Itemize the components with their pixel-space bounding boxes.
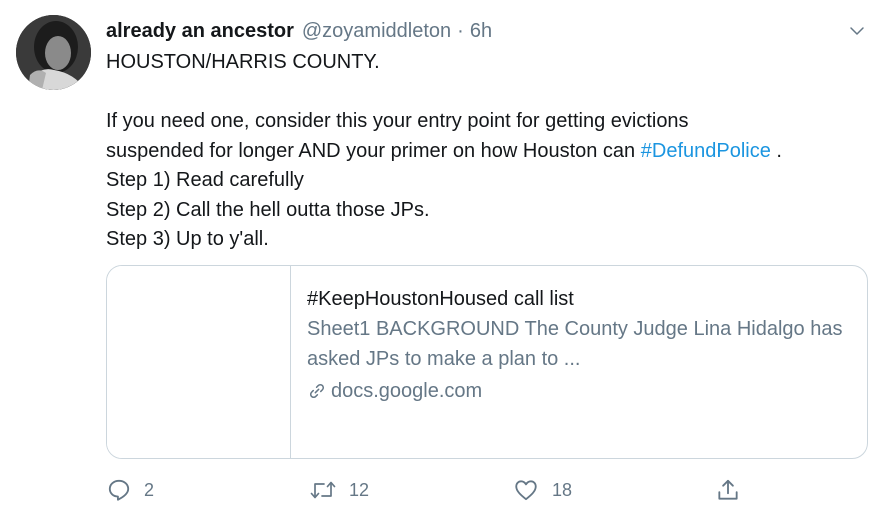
like-count: 18: [552, 479, 573, 500]
tweet-header: already an ancestor @zoyamiddleton · 6h: [106, 17, 492, 45]
chevron-down-icon: [850, 27, 864, 35]
tweet-actions: 2 12 18: [0, 474, 892, 506]
tweet-text-line: Step 3) Up to y'all.: [106, 228, 269, 250]
card-domain-row: docs.google.com: [307, 376, 867, 406]
tweet-text-line: suspended for longer AND your primer on …: [106, 137, 876, 167]
retweet-count: 12: [349, 479, 370, 500]
tweet-timestamp[interactable]: 6h: [470, 20, 492, 43]
link-icon: [309, 383, 325, 399]
card-body: #KeepHoustonHoused call list Sheet1 BACK…: [291, 266, 867, 458]
tweet-text-segment: .: [770, 139, 782, 162]
reply-icon: [108, 479, 130, 501]
share-icon: [718, 479, 738, 500]
reply-button[interactable]: 2: [106, 474, 154, 506]
author-name[interactable]: already an ancestor: [106, 20, 294, 43]
tweet-text-segment: suspended for longer AND your primer on …: [106, 139, 641, 162]
tweet-text-line: If you need one, consider this your entr…: [106, 110, 689, 132]
reply-count: 2: [144, 479, 155, 500]
retweet-button[interactable]: 12: [309, 474, 369, 506]
card-description: Sheet1 BACKGROUND The County Judge Lina …: [307, 318, 843, 370]
share-button[interactable]: [715, 474, 741, 506]
avatar[interactable]: [16, 15, 91, 90]
avatar-photo: [16, 15, 91, 90]
author-handle[interactable]: @zoyamiddleton: [302, 20, 451, 43]
hashtag-link[interactable]: #DefundPolice: [641, 140, 771, 162]
tweet-text-line: Step 2) Call the hell outta those JPs.: [106, 198, 430, 221]
card-thumbnail: [107, 266, 291, 458]
tweet-text-line: HOUSTON/HARRIS COUNTY.: [106, 51, 380, 73]
retweet-icon: [310, 481, 336, 499]
like-icon: [515, 480, 537, 501]
tweet-text-line: Step 1) Read carefully: [106, 169, 304, 191]
like-button[interactable]: 18: [512, 474, 572, 506]
separator-dot: ·: [457, 19, 464, 42]
tweet-text: HOUSTON/HARRIS COUNTY. If you need one, …: [106, 48, 876, 255]
card-domain: docs.google.com: [331, 380, 483, 402]
link-card[interactable]: #KeepHoustonHoused call list Sheet1 BACK…: [106, 265, 868, 459]
more-options-button[interactable]: [844, 18, 870, 44]
card-title: #KeepHoustonHoused call list: [307, 288, 574, 310]
